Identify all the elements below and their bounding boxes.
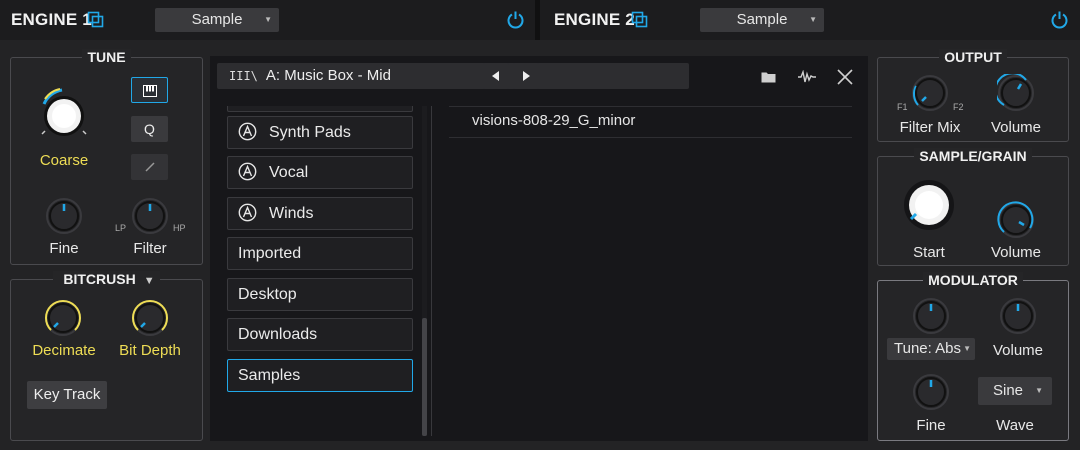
filter-mix-knob[interactable]	[911, 74, 949, 112]
filter-hp-label: HP	[173, 223, 186, 233]
engine-2-source-dropdown[interactable]: Sample ▼	[700, 8, 824, 32]
modulator-volume-knob[interactable]	[999, 297, 1037, 335]
category-label: Synth Pads	[269, 124, 351, 141]
category-item-desktop[interactable]: Desktop	[227, 278, 413, 311]
filter-label: Filter	[133, 240, 167, 257]
power-icon[interactable]	[1050, 10, 1069, 29]
browser-divider	[431, 106, 432, 436]
category-scrollbar[interactable]	[422, 106, 427, 436]
preset-path-bar[interactable]: III\ A: Music Box - Mid	[217, 63, 689, 89]
bit-depth-label: Bit Depth	[119, 342, 181, 359]
fine-knob[interactable]	[45, 197, 83, 235]
library-icon: III\	[229, 69, 258, 83]
pencil-button[interactable]	[131, 154, 168, 180]
tune-mode-dropdown[interactable]: Tune: Abs ▼	[887, 338, 975, 360]
wave-value: Sine	[992, 382, 1024, 399]
filter-mix-f1-label: F1	[897, 102, 908, 112]
chevron-down-icon: ▼	[264, 15, 272, 24]
filter-lp-label: LP	[115, 223, 127, 233]
modulator-volume-label: Volume	[992, 342, 1044, 359]
engine-1-title: ENGINE 1	[11, 10, 92, 29]
triangle-right-icon	[523, 71, 530, 81]
category-list: Synth Pads Vocal Winds Imported Desktop …	[227, 106, 413, 436]
decimate-knob[interactable]	[44, 299, 82, 337]
output-title: OUTPUT	[878, 49, 1068, 65]
file-item[interactable]: visions-808-29_G_minor	[472, 112, 635, 129]
engine-1-header: ENGINE 1 Sample ▼	[0, 0, 535, 40]
bit-depth-knob[interactable]	[131, 299, 169, 337]
output-volume-label: Volume	[990, 119, 1042, 136]
category-item-vocal[interactable]: Vocal	[227, 156, 413, 189]
folder-icon[interactable]	[761, 71, 776, 83]
waveform-icon[interactable]	[798, 70, 816, 84]
category-item-imported[interactable]: Imported	[227, 237, 413, 270]
engine-2-source-value: Sample	[736, 11, 788, 28]
sample-volume-knob[interactable]	[997, 201, 1035, 239]
bitcrush-title[interactable]: BITCRUSH ▼	[11, 271, 202, 287]
modulator-tune-knob[interactable]	[912, 297, 950, 335]
scrollbar-thumb[interactable]	[422, 318, 427, 436]
filter-knob[interactable]	[131, 197, 169, 235]
engine-1-source-dropdown[interactable]: Sample ▼	[155, 8, 279, 32]
arturia-logo-icon	[238, 203, 257, 222]
tune-mode-value: Tune: Abs	[894, 340, 961, 357]
preset-path-text: A: Music Box - Mid	[265, 67, 391, 84]
wave-dropdown[interactable]: Sine ▼	[978, 377, 1052, 405]
modulator-fine-label: Fine	[916, 417, 946, 434]
previous-preset-button[interactable]	[483, 63, 509, 89]
key-track-button[interactable]: Key Track	[27, 381, 107, 409]
filter-mix-f2-label: F2	[953, 102, 964, 112]
coarse-label: Coarse	[39, 152, 89, 169]
modulator-fine-knob[interactable]	[912, 373, 950, 411]
category-label: Winds	[269, 205, 314, 222]
power-icon[interactable]	[506, 10, 525, 29]
engine-2-header: ENGINE 2 Sample ▼	[540, 0, 1080, 40]
category-item-samples[interactable]: Samples	[227, 359, 413, 392]
chevron-down-icon: ▼	[1035, 386, 1043, 395]
engine-1-source-value: Sample	[191, 11, 243, 28]
modulator-panel: MODULATOR Tune: Abs ▼ Volume Fine Sine ▼…	[877, 272, 1069, 441]
chevron-down-icon: ▼	[963, 344, 971, 353]
chevron-down-icon: ▼	[809, 15, 817, 24]
next-preset-button[interactable]	[513, 63, 539, 89]
category-label: Vocal	[269, 164, 309, 181]
sample-grain-panel: SAMPLE/GRAIN Start Volume	[877, 148, 1069, 266]
start-knob[interactable]	[902, 178, 956, 232]
copy-icon[interactable]	[87, 11, 104, 28]
copy-icon[interactable]	[631, 11, 648, 28]
arturia-logo-icon	[238, 122, 257, 141]
category-item-synth-pads[interactable]: Synth Pads	[227, 116, 413, 149]
pencil-icon	[144, 162, 155, 172]
q-button[interactable]: Q	[131, 116, 168, 142]
tune-panel: TUNE Coarse Q Fine LP HP Filter	[10, 49, 203, 265]
filter-mix-label: Filter Mix	[899, 119, 961, 136]
bitcrush-panel: BITCRUSH ▼ Decimate Bit Depth Key Track	[10, 271, 203, 441]
category-item-downloads[interactable]: Downloads	[227, 318, 413, 351]
fine-label: Fine	[49, 240, 79, 257]
sample-volume-label: Volume	[990, 244, 1042, 261]
decimate-label: Decimate	[32, 342, 96, 359]
output-panel: OUTPUT F1 F2 Filter Mix Volume	[877, 49, 1069, 142]
engine-2-title: ENGINE 2	[554, 10, 635, 29]
file-row-separator	[449, 106, 852, 107]
sample-grain-title: SAMPLE/GRAIN	[878, 148, 1068, 164]
category-item-winds[interactable]: Winds	[227, 197, 413, 230]
output-volume-knob[interactable]	[997, 74, 1035, 112]
file-row-separator	[449, 137, 852, 138]
caret-down-icon: ▼	[143, 275, 155, 287]
category-item-partial[interactable]	[227, 106, 413, 112]
keyboard-toggle-button[interactable]	[131, 77, 168, 103]
wave-label: Wave	[996, 417, 1034, 434]
triangle-left-icon	[492, 71, 499, 81]
close-icon[interactable]	[837, 69, 853, 85]
sample-browser: III\ A: Music Box - Mid Synth Pads Vocal	[210, 56, 868, 441]
coarse-knob[interactable]	[36, 86, 92, 142]
tune-title: TUNE	[11, 49, 202, 65]
arturia-logo-icon	[238, 162, 257, 181]
modulator-title: MODULATOR	[878, 272, 1068, 288]
start-label: Start	[913, 244, 945, 261]
keyboard-icon	[142, 85, 157, 97]
